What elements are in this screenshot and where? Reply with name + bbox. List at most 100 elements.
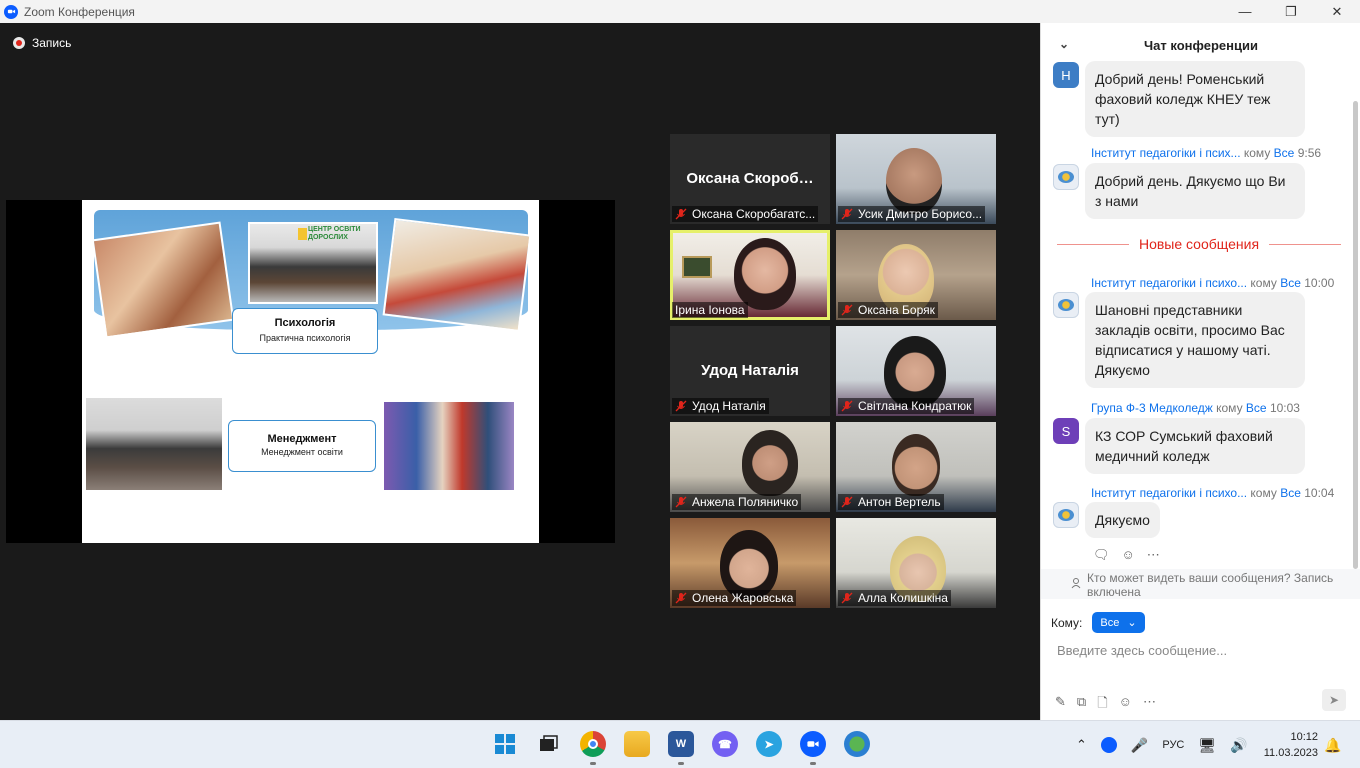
window-title: Zoom Конференция [24, 4, 135, 19]
format-text-icon[interactable]: ✎ [1055, 694, 1066, 716]
globe-app-icon[interactable] [844, 731, 870, 757]
mic-muted-icon [841, 592, 853, 604]
message-sender[interactable]: Група Ф-3 Медколедж [1091, 401, 1213, 415]
participant-tile[interactable]: Удод Наталія Удод Наталія [670, 326, 830, 416]
reply-icon[interactable]: 🗨 [1093, 547, 1110, 563]
chat-panel: ⌄ Чат конференции Н Добрий день! Роменсь… [1040, 23, 1360, 720]
participant-tile[interactable]: Антон Вертель [836, 422, 996, 512]
privacy-notice[interactable]: Кто может видеть ваши сообщения? Запись … [1041, 569, 1360, 599]
windows-start-icon[interactable] [492, 731, 518, 757]
people-icon [1071, 578, 1081, 589]
participant-label: Усик Дмитро Борисо... [838, 206, 986, 222]
message-recipient[interactable]: Все [1280, 486, 1301, 500]
more-options-icon[interactable]: ⋯ [1147, 547, 1160, 563]
recording-indicator[interactable]: Запись [13, 36, 71, 50]
participant-tile-active-speaker[interactable]: Ірина Іонова [670, 230, 830, 320]
participant-name: Антон Вертель [858, 495, 941, 509]
viber-icon[interactable]: ☎ [712, 731, 738, 757]
clock-date: 11.03.2023 [1263, 747, 1318, 759]
message-sender[interactable]: Інститут педагогіки і псих... [1091, 146, 1241, 160]
recipient-select-value: Все [1100, 616, 1120, 629]
monitor-icon[interactable]: 🖥 [1198, 737, 1216, 754]
chevron-down-icon[interactable]: ⌄ [1059, 37, 1069, 51]
participant-label: Оксана Боряк [838, 302, 938, 318]
participant-name: Оксана Скоробагатс... [692, 207, 816, 221]
message-recipient[interactable]: Все [1280, 276, 1301, 290]
message-recipient[interactable]: Все [1246, 401, 1267, 415]
chrome-icon[interactable] [580, 731, 606, 757]
participant-video-background [682, 256, 712, 278]
notification-icon[interactable]: 🔔 [1324, 737, 1341, 754]
meeting-area: Запись ЦЕНТР ОСВІТИ ДОРОСЛИХ Психологія … [0, 23, 1040, 720]
maximize-button[interactable]: ❐ [1268, 0, 1314, 23]
task-view-icon[interactable] [535, 731, 561, 757]
avatar [1053, 502, 1079, 528]
psychology-subtitle: Практична психологія [259, 333, 351, 343]
avatar: S [1053, 418, 1079, 444]
recording-label: Запись [32, 36, 72, 50]
running-indicator [678, 762, 684, 765]
taskbar: W ☎ ➤ ⌃ 🎤 РУС 🖥 🔊 10:12 11.03.2023 🔔 [0, 720, 1360, 768]
running-indicator [590, 762, 596, 765]
management-box: Менеджмент Менеджмент освіти [228, 420, 376, 472]
participant-tile[interactable]: Усик Дмитро Борисо... [836, 134, 996, 224]
zoom-icon[interactable] [800, 731, 826, 757]
participant-tile[interactable]: Анжела Поляничко [670, 422, 830, 512]
mic-muted-icon [841, 496, 853, 508]
participant-name: Анжела Поляничко [692, 495, 799, 509]
zoom-app-icon [4, 4, 18, 19]
message-time: 10:00 [1304, 276, 1335, 290]
telegram-icon[interactable]: ➤ [756, 731, 782, 757]
microphone-icon[interactable]: 🎤 [1131, 737, 1148, 754]
volume-icon[interactable]: 🔊 [1230, 737, 1247, 754]
to-label: Кому: [1051, 615, 1083, 630]
chevron-up-icon[interactable]: ⌃ [1076, 737, 1087, 753]
language-indicator[interactable]: РУС [1162, 739, 1184, 751]
avatar: Н [1053, 62, 1079, 88]
participant-tile[interactable]: Оксана Скороб… Оксана Скоробагатс... [670, 134, 830, 224]
zoom-tray-icon[interactable] [1100, 737, 1117, 753]
participant-label: Анжела Поляничко [672, 494, 802, 510]
participant-tile[interactable]: Оксана Боряк [836, 230, 996, 320]
file-explorer-icon[interactable] [624, 731, 650, 757]
chat-title: Чат конференции [1144, 37, 1258, 53]
message-time: 10:04 [1304, 486, 1335, 500]
emoji-reaction-icon[interactable]: ☺ [1122, 547, 1135, 563]
screenshot-icon[interactable]: ⧉ [1077, 694, 1086, 716]
send-button[interactable]: ➤ [1322, 689, 1346, 711]
new-messages-label: Новые сообщения [1138, 236, 1260, 252]
participant-label: Оксана Скоробагатс... [672, 206, 819, 222]
participant-video [886, 148, 942, 214]
participant-tile[interactable]: Олена Жаровська [670, 518, 830, 608]
slide-photo-group [86, 398, 222, 490]
message-input[interactable] [1057, 643, 1347, 658]
avatar [1053, 164, 1079, 190]
privacy-notice-text: Кто может видеть ваши сообщения? Запись … [1087, 571, 1334, 599]
mic-muted-icon [841, 304, 853, 316]
message-recipient[interactable]: Все [1274, 146, 1295, 160]
record-icon [13, 37, 25, 49]
participant-video [734, 238, 796, 310]
recipient-row: Кому: Все ⌄ [1051, 612, 1145, 633]
emoji-icon[interactable]: ☺ [1119, 694, 1132, 716]
message-time: 10:03 [1269, 401, 1300, 415]
file-icon[interactable]: 🗋 [1097, 694, 1107, 716]
message-sender[interactable]: Інститут педагогіки і психо... [1091, 276, 1247, 290]
participant-big-name: Оксана Скороб… [686, 170, 814, 187]
chat-scrollbar[interactable] [1353, 101, 1358, 569]
more-icon[interactable]: ⋯ [1143, 694, 1156, 716]
word-icon[interactable]: W [668, 731, 694, 757]
running-indicator [810, 762, 816, 765]
message-time: 9:56 [1297, 146, 1322, 160]
close-button[interactable]: ✕ [1314, 0, 1360, 23]
participant-tile[interactable]: Алла Колишкіна [836, 518, 996, 608]
chat-message-meta: Інститут педагогіки і псих... кому Все 9… [1091, 146, 1321, 160]
participant-name: Усик Дмитро Борисо... [858, 207, 983, 221]
participant-tile[interactable]: Світлана Кондратюк [836, 326, 996, 416]
divider-line [1269, 243, 1342, 245]
management-subtitle: Менеджмент освіти [261, 447, 343, 457]
recipient-select[interactable]: Все ⌄ [1092, 612, 1145, 633]
minimize-button[interactable]: — [1222, 0, 1268, 23]
clock[interactable]: 10:12 11.03.2023 [1258, 729, 1318, 761]
message-sender[interactable]: Інститут педагогіки і психо... [1091, 486, 1247, 500]
